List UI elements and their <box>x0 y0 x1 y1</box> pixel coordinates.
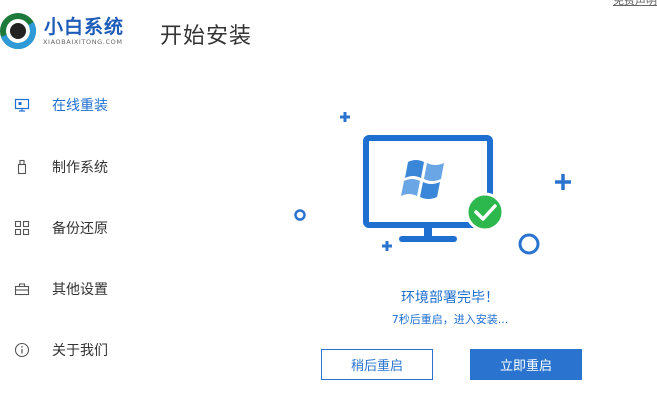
status-message: 环境部署完毕！ <box>401 290 499 306</box>
decorative-ring-icon <box>518 233 540 255</box>
info-icon <box>14 342 30 358</box>
sidebar-item-label: 备份还原 <box>52 221 108 237</box>
sidebar-item-about-us[interactable]: 关于我们 <box>0 330 150 370</box>
backup-grid-icon <box>14 220 30 236</box>
logo-icon <box>0 13 36 49</box>
usb-drive-icon <box>17 159 27 175</box>
toolbox-icon <box>14 283 30 296</box>
sidebar-item-label: 在线重装 <box>52 98 108 114</box>
app-logo: 小白系统 XIAOBAIXITONG.COM <box>0 4 150 60</box>
install-illustration <box>294 112 571 255</box>
sidebar-item-label: 其他设置 <box>52 282 108 298</box>
restart-countdown: 7秒后重启，进入安装... <box>391 313 509 326</box>
logo-name: 小白系统 <box>44 16 125 38</box>
restart-later-button[interactable]: 稍后重启 <box>321 349 433 380</box>
plus-icon <box>340 112 350 122</box>
sidebar-item-online-reinstall[interactable]: 在线重装 <box>0 85 150 125</box>
plus-icon <box>555 174 571 190</box>
decorative-ring-icon <box>294 209 306 221</box>
sidebar-item-other-settings[interactable]: 其他设置 <box>0 269 150 309</box>
sidebar-item-backup-restore[interactable]: 备份还原 <box>0 208 150 248</box>
monitor-icon <box>14 98 30 112</box>
disclaimer-link[interactable]: 免费声明 <box>613 0 657 8</box>
sidebar-item-label: 制作系统 <box>52 160 108 176</box>
computer-monitor-icon <box>363 135 493 242</box>
sidebar-item-label: 关于我们 <box>52 343 108 359</box>
restart-now-button[interactable]: 立即重启 <box>470 349 582 380</box>
sidebar-item-make-system[interactable]: 制作系统 <box>0 147 150 187</box>
plus-icon <box>382 241 392 251</box>
page-title: 开始安装 <box>160 24 253 49</box>
windows-logo-icon <box>401 160 444 199</box>
success-check-icon <box>465 192 505 232</box>
logo-subtitle: XIAOBAIXITONG.COM <box>43 38 123 46</box>
